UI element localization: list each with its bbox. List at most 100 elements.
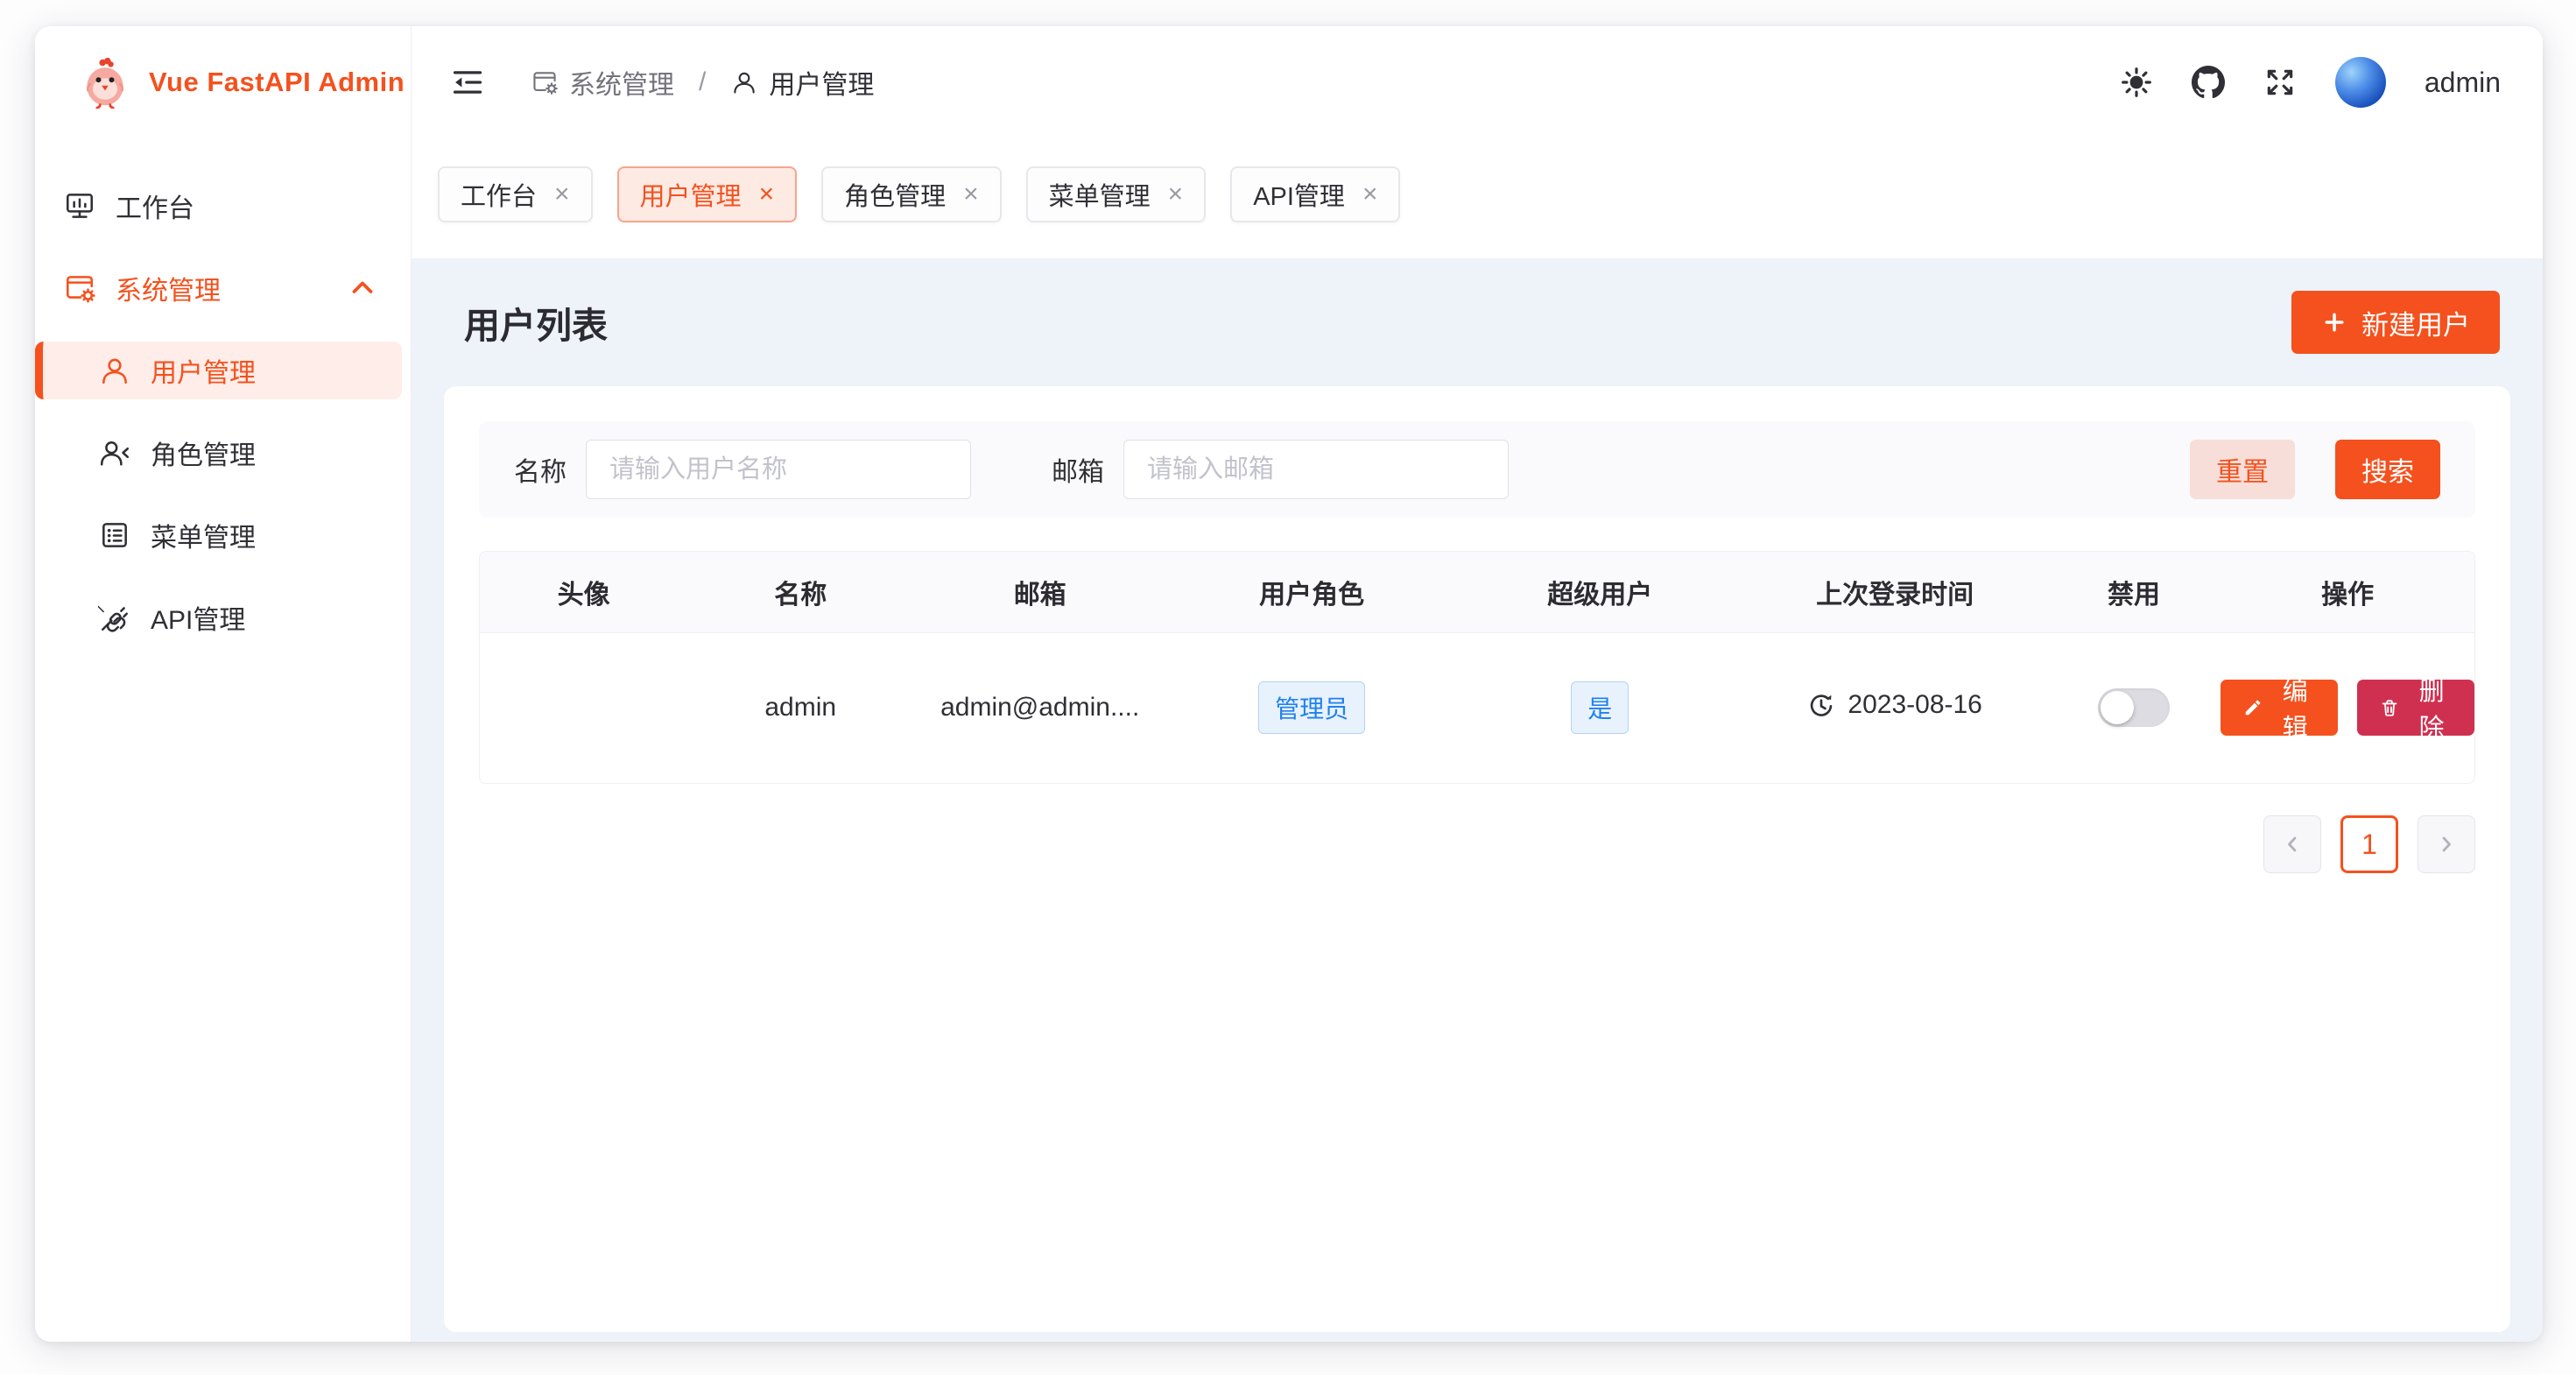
toggle-knob — [2101, 691, 2134, 724]
sidebar: Vue FastAPI Admin 工作台 系统管理 — [35, 26, 412, 1342]
topbar: 系统管理 / 用户管理 — [412, 26, 2543, 138]
sidebar-item-label: 工作台 — [116, 187, 194, 225]
tab-close-icon[interactable]: × — [759, 181, 775, 208]
avatar-cell — [480, 632, 687, 783]
chevron-left-icon — [2280, 832, 2305, 857]
role-tag: 管理员 — [1258, 681, 1365, 734]
username[interactable]: admin — [2425, 67, 2501, 99]
chick-logo-icon — [79, 56, 131, 109]
filter-actions: 重置 搜索 — [2190, 440, 2440, 499]
sidebar-item-role-management[interactable]: 角色管理 — [35, 424, 402, 482]
collapse-sidebar-button[interactable] — [450, 65, 485, 100]
trash-icon — [2380, 695, 2399, 720]
breadcrumb-separator: / — [699, 67, 706, 97]
window-gear-icon — [531, 68, 559, 96]
disabled-cell — [2047, 632, 2221, 783]
role-cell: 管理员 — [1166, 632, 1457, 783]
tab-close-icon[interactable]: × — [1362, 181, 1378, 208]
tab-api-management[interactable]: API管理 × — [1230, 166, 1400, 222]
chevron-up-icon — [346, 271, 379, 305]
tab-label: 用户管理 — [640, 176, 742, 213]
user-list-card: 名称 邮箱 重置 搜索 — [444, 386, 2510, 1332]
topbar-actions: admin — [2120, 57, 2501, 108]
email-filter-label: 邮箱 — [1052, 450, 1104, 489]
column-header-role: 用户角色 — [1166, 552, 1457, 632]
window-gear-icon — [63, 271, 96, 305]
name-cell: admin — [687, 632, 913, 783]
page-content: 用户列表 新建用户 名称 邮箱 重置 搜索 — [412, 258, 2543, 1342]
last-login-cell: 2023-08-16 — [1743, 632, 2047, 783]
sidebar-item-label: 系统管理 — [116, 269, 221, 307]
filter-bar: 名称 邮箱 重置 搜索 — [479, 421, 2475, 518]
column-header-email: 邮箱 — [913, 552, 1166, 632]
delete-button[interactable]: 删除 — [2357, 680, 2474, 736]
chevron-right-icon — [2434, 832, 2459, 857]
tab-menu-management[interactable]: 菜单管理 × — [1026, 166, 1207, 222]
breadcrumb: 系统管理 / 用户管理 — [531, 63, 874, 102]
table-row: admin admin@admin.... 管理员 是 — [480, 632, 2474, 783]
menu-fold-icon — [450, 65, 485, 100]
sidebar-item-workbench[interactable]: 工作台 — [35, 177, 402, 235]
tab-label: 工作台 — [461, 176, 537, 213]
tab-role-management[interactable]: 角色管理 × — [821, 166, 1002, 222]
superuser-cell: 是 — [1457, 632, 1743, 783]
sidebar-item-user-management[interactable]: 用户管理 — [35, 342, 402, 399]
plus-icon — [2321, 309, 2347, 335]
column-header-superuser: 超级用户 — [1457, 552, 1743, 632]
tab-close-icon[interactable]: × — [963, 181, 979, 208]
user-avatar[interactable] — [2335, 57, 2386, 108]
sidebar-item-label: API管理 — [151, 598, 245, 637]
name-filter-label: 名称 — [514, 450, 567, 489]
sidebar-item-label: 角色管理 — [151, 434, 256, 472]
page-number-button[interactable]: 1 — [2340, 815, 2398, 873]
column-header-disabled: 禁用 — [2047, 552, 2221, 632]
page-title: 用户列表 — [464, 296, 608, 349]
edit-button-label: 编辑 — [2275, 671, 2315, 744]
column-header-actions: 操作 — [2221, 552, 2474, 632]
history-clock-icon — [1807, 691, 1835, 719]
theme-toggle-button[interactable] — [2120, 66, 2153, 99]
email-filter-input[interactable] — [1123, 440, 1509, 499]
sidebar-item-api-management[interactable]: API管理 — [35, 589, 402, 646]
github-icon — [2192, 66, 2225, 99]
disabled-toggle[interactable] — [2098, 688, 2170, 727]
github-button[interactable] — [2192, 66, 2225, 99]
person-switch-icon — [98, 436, 131, 469]
breadcrumb-item-system[interactable]: 系统管理 — [531, 63, 674, 102]
breadcrumb-item-user[interactable]: 用户管理 — [730, 63, 874, 102]
next-page-button[interactable] — [2418, 815, 2475, 873]
tab-label: 角色管理 — [844, 176, 946, 213]
sidebar-item-system-management[interactable]: 系统管理 — [35, 259, 402, 317]
person-icon — [98, 354, 131, 387]
pagination: 1 — [479, 815, 2475, 873]
prev-page-button[interactable] — [2263, 815, 2321, 873]
sidebar-item-label: 菜单管理 — [151, 516, 256, 554]
app-window: Vue FastAPI Admin 工作台 系统管理 — [35, 26, 2543, 1342]
tab-user-management[interactable]: 用户管理 × — [617, 166, 798, 222]
actions-cell: 编辑 删除 — [2221, 632, 2474, 783]
reset-button[interactable]: 重置 — [2190, 440, 2295, 499]
tab-close-icon[interactable]: × — [554, 181, 570, 208]
tab-bar: 工作台 × 用户管理 × 角色管理 × 菜单管理 × API管理 × — [412, 138, 2543, 258]
app-title: Vue FastAPI Admin — [149, 67, 405, 98]
app-logo[interactable]: Vue FastAPI Admin — [35, 26, 411, 138]
column-header-avatar: 头像 — [480, 552, 687, 632]
column-header-name: 名称 — [687, 552, 913, 632]
main-area: 系统管理 / 用户管理 — [412, 26, 2543, 1342]
breadcrumb-label: 系统管理 — [569, 63, 674, 102]
new-user-button[interactable]: 新建用户 — [2291, 291, 2500, 354]
sidebar-item-menu-management[interactable]: 菜单管理 — [35, 506, 402, 564]
tab-close-icon[interactable]: × — [1168, 181, 1184, 208]
tab-label: API管理 — [1253, 176, 1345, 213]
user-table: 头像 名称 邮箱 用户角色 超级用户 上次登录时间 禁用 操作 — [479, 551, 2475, 784]
search-button[interactable]: 搜索 — [2335, 440, 2440, 499]
sidebar-menu: 工作台 系统管理 用户管理 — [35, 138, 411, 646]
edit-button[interactable]: 编辑 — [2221, 680, 2338, 736]
breadcrumb-label: 用户管理 — [769, 63, 874, 102]
tab-workbench[interactable]: 工作台 × — [438, 166, 593, 222]
fullscreen-button[interactable] — [2263, 66, 2297, 99]
new-user-button-label: 新建用户 — [2361, 303, 2470, 342]
last-login-value: 2023-08-16 — [1848, 690, 1981, 720]
name-filter-input[interactable] — [586, 440, 971, 499]
email-cell: admin@admin.... — [913, 632, 1166, 783]
